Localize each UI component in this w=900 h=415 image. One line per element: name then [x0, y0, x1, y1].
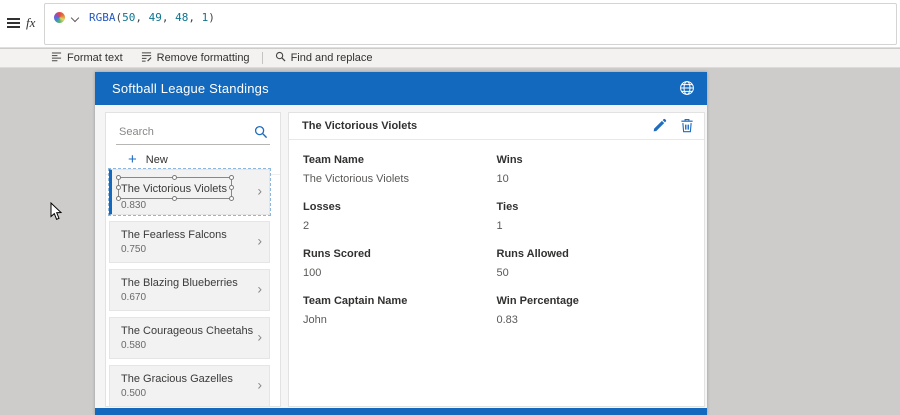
detail-panel: The Victorious Violets Team Name The Vic…: [288, 112, 705, 407]
delete-trash-icon[interactable]: [680, 118, 694, 138]
resize-handle[interactable]: [229, 185, 234, 190]
app-title: Softball League Standings: [112, 81, 269, 96]
browse-panel: Search + New The Victorious Violets: [105, 112, 281, 407]
field: Runs Scored 100: [303, 248, 497, 295]
chevron-right-icon[interactable]: ›: [257, 183, 262, 199]
menu-icon[interactable]: [7, 18, 20, 29]
field: Ties 1: [497, 201, 691, 248]
search-placeholder: Search: [119, 126, 154, 138]
search-small-icon: [275, 51, 286, 65]
resize-handle[interactable]: [229, 175, 234, 180]
plus-icon: +: [128, 152, 137, 167]
detail-form: Team Name The Victorious Violets Wins 10…: [289, 140, 704, 342]
field: Runs Allowed 50: [497, 248, 691, 295]
find-and-replace-button[interactable]: Find and replace: [266, 49, 382, 67]
format-text-icon: [51, 51, 62, 65]
app-preview: Softball League Standings Search +: [95, 72, 707, 415]
teams-gallery: The Victorious Violets 0.830 ›: [109, 169, 270, 413]
edit-pencil-icon[interactable]: [652, 118, 667, 138]
text-toolbar: Format text Remove formatting Find and r…: [0, 49, 900, 68]
field: Losses 2: [303, 201, 497, 248]
remove-formatting-icon: [141, 51, 152, 65]
toolbar-divider: [262, 52, 263, 64]
app-header[interactable]: Softball League Standings: [95, 72, 707, 105]
field: Team Captain Name John: [303, 295, 497, 342]
chevron-right-icon[interactable]: ›: [257, 233, 262, 249]
search-icon[interactable]: [254, 125, 268, 144]
detail-title: The Victorious Violets: [302, 120, 417, 132]
detail-header: The Victorious Violets: [289, 113, 704, 140]
formula-text[interactable]: RGBA(50, 49, 48, 1): [89, 11, 215, 24]
team-list-item[interactable]: The Gracious Gazelles 0.500 ›: [109, 365, 270, 407]
powerapps-studio: fx RGBA(50, 49, 48, 1) Format text Remov…: [0, 0, 900, 415]
resize-handle[interactable]: [172, 175, 177, 180]
resize-handle[interactable]: [229, 196, 234, 201]
app-footer-bar: [95, 408, 707, 415]
field: Win Percentage 0.83: [497, 295, 691, 342]
chevron-right-icon[interactable]: ›: [257, 281, 262, 297]
chevron-right-icon[interactable]: ›: [257, 377, 262, 393]
team-list-item[interactable]: The Victorious Violets 0.830 ›: [109, 169, 270, 215]
remove-formatting-button[interactable]: Remove formatting: [132, 49, 259, 67]
formula-bar: fx RGBA(50, 49, 48, 1): [0, 0, 900, 48]
search-input[interactable]: Search: [116, 122, 270, 145]
team-list-item[interactable]: The Fearless Falcons 0.750 ›: [109, 221, 270, 263]
globe-icon[interactable]: [679, 80, 695, 101]
property-color-icon[interactable]: [54, 12, 65, 23]
selected-label-control[interactable]: The Victorious Violets: [118, 177, 232, 199]
team-list-item[interactable]: The Courageous Cheetahs 0.580 ›: [109, 317, 270, 359]
team-list-item[interactable]: The Blazing Blueberries 0.670 ›: [109, 269, 270, 311]
fx-icon: fx: [26, 15, 35, 31]
resize-handle[interactable]: [116, 175, 121, 180]
format-text-button[interactable]: Format text: [42, 49, 132, 67]
resize-handle[interactable]: [116, 196, 121, 201]
field: Team Name The Victorious Violets: [303, 154, 497, 201]
design-canvas[interactable]: Softball League Standings Search +: [0, 69, 900, 415]
field: Wins 10: [497, 154, 691, 201]
resize-handle[interactable]: [172, 196, 177, 201]
formula-input[interactable]: RGBA(50, 49, 48, 1): [44, 3, 897, 45]
resize-handle[interactable]: [116, 185, 121, 190]
chevron-right-icon[interactable]: ›: [257, 329, 262, 345]
mouse-cursor: [50, 202, 63, 226]
chevron-down-icon[interactable]: [71, 14, 79, 22]
